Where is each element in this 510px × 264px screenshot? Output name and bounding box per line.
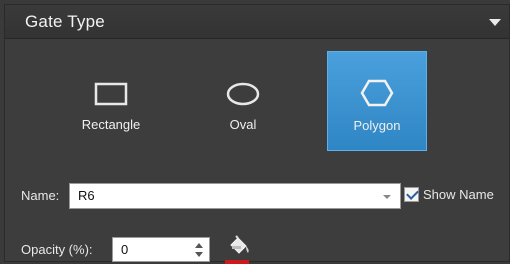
- oval-gate-button[interactable]: Oval: [193, 51, 293, 151]
- show-name-toggle[interactable]: Show Name: [404, 187, 494, 202]
- gate-type-panel: Gate Type Rectangle Oval Polygon Name: R…: [4, 4, 510, 264]
- opacity-row: Opacity (%): 0: [5, 235, 509, 264]
- show-name-label: Show Name: [423, 187, 494, 202]
- gate-label-polygon: Polygon: [353, 118, 401, 133]
- triangle-down-icon[interactable]: [489, 19, 501, 26]
- paint-bucket-icon: [230, 235, 249, 254]
- gate-label-rectangle: Rectangle: [81, 117, 141, 132]
- panel-header[interactable]: Gate Type: [5, 5, 509, 39]
- panel-title: Gate Type: [25, 11, 105, 31]
- polygon-gate-button[interactable]: Polygon: [327, 51, 427, 151]
- gate-type-options: Rectangle Oval Polygon: [5, 51, 509, 151]
- fill-color-swatch: [225, 260, 249, 264]
- show-name-checkbox[interactable]: [404, 187, 419, 202]
- rectangle-gate-button[interactable]: Rectangle: [61, 51, 161, 151]
- name-combobox[interactable]: R6: [69, 183, 401, 209]
- oval-icon: [226, 82, 260, 106]
- opacity-label: Opacity (%):: [21, 242, 93, 257]
- gate-label-oval: Oval: [229, 117, 257, 132]
- chevron-down-icon[interactable]: [383, 195, 391, 199]
- name-label: Name:: [21, 188, 60, 203]
- hexagon-icon: [360, 79, 394, 107]
- name-value: R6: [78, 188, 95, 203]
- spin-up-icon[interactable]: [195, 243, 203, 248]
- spin-down-icon[interactable]: [195, 252, 203, 257]
- opacity-stepper[interactable]: 0: [112, 237, 210, 262]
- opacity-value: 0: [121, 242, 129, 257]
- rectangle-icon: [94, 82, 128, 106]
- name-row: Name: R6 Show Name: [5, 183, 509, 209]
